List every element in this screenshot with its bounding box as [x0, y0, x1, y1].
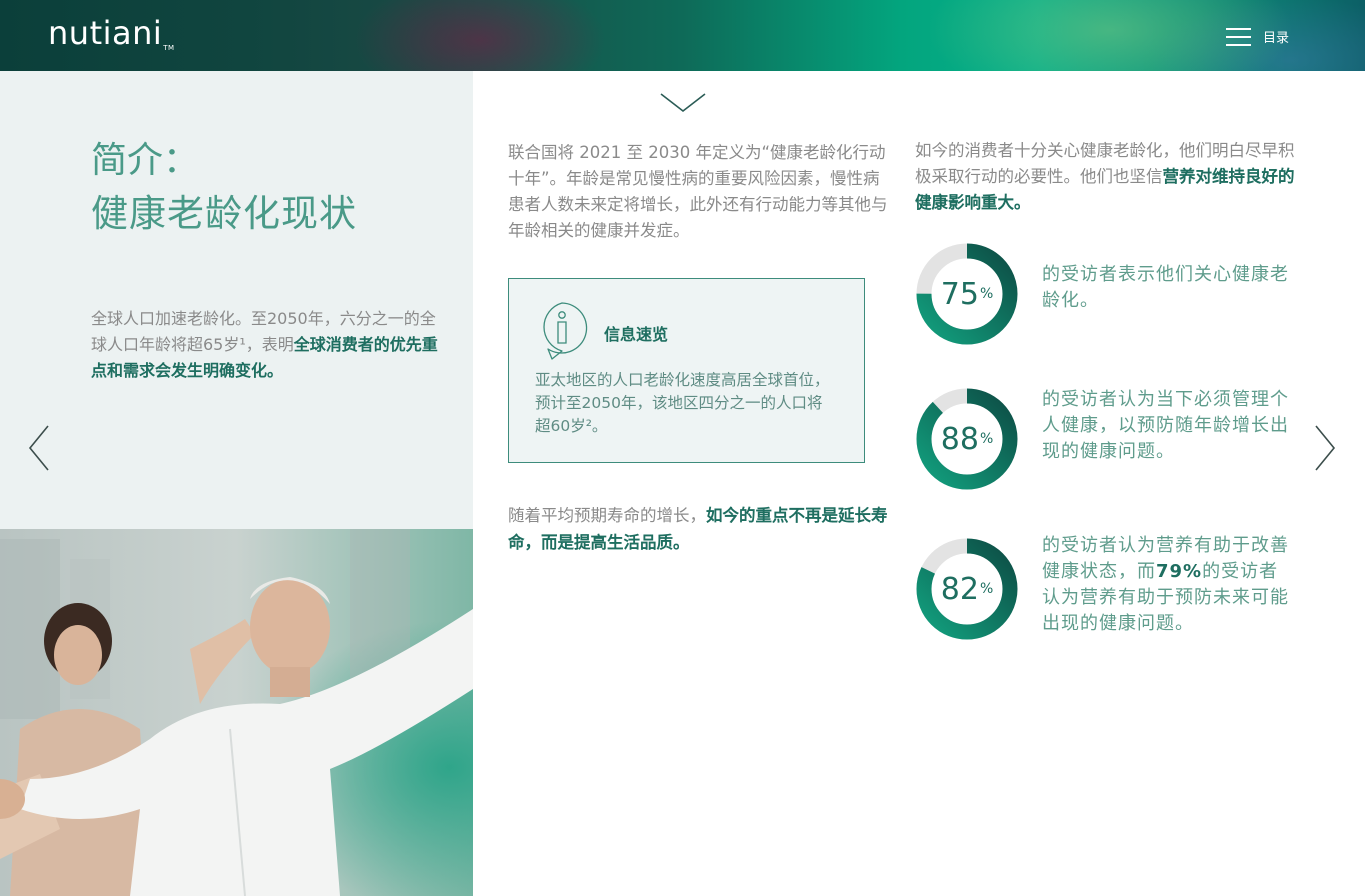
brand-logo[interactable]: nutianiTM [48, 14, 175, 52]
stat-value: 82% [940, 571, 994, 607]
header-bar: nutianiTM 目录 [0, 0, 1365, 71]
logo-trademark: TM [163, 44, 175, 52]
decade-paragraph: 联合国将 2021 至 2030 年定义为“健康老龄化行动十年”。年龄是常见慢性… [508, 143, 888, 240]
stat-value: 88% [940, 421, 994, 457]
logo-text: nutiani [48, 14, 163, 52]
next-page-arrow-icon[interactable] [1314, 425, 1336, 471]
intro-paragraph: 全球人口加速老龄化。至2050年，六分之一的全球人口年龄将超65岁¹，表明全球消… [91, 306, 451, 384]
stat-description: 的受访者表示他们关心健康老龄化。 [1042, 264, 1289, 311]
page-title-line1: 简介： [91, 140, 200, 181]
scroll-down-chevron-icon[interactable] [660, 93, 706, 113]
stat-82: 82% 的受访者认为营养有助于改善健康状态，而79%的受访者认为营养有助于预防未… [915, 535, 1315, 647]
menu-label: 目录 [1263, 30, 1290, 46]
stat-description: 的受访者认为当下必须管理个人健康，以预防随年龄增长出现的健康问题。 [1042, 389, 1289, 462]
tai-chi-seniors-photo [0, 529, 473, 896]
page-title-line2: 健康老龄化现状 [91, 192, 357, 235]
consumer-paragraph: 如今的消费者十分关心健康老龄化，他们明白尽早积极采取行动的必要性。他们也坚信营养… [915, 138, 1305, 216]
life-expectancy-paragraph: 随着平均预期寿命的增长，如今的重点不再是延长寿命，而是提高生活品质。 [508, 502, 888, 556]
previous-page-arrow-icon[interactable] [28, 425, 50, 471]
info-box-text: 亚太地区的人口老龄化速度高居全球首位，预计至2050年，该地区四分之一的人口将超… [535, 371, 830, 435]
hamburger-icon [1226, 26, 1251, 46]
info-speech-bubble-icon [543, 302, 588, 360]
life-expectancy-text: 随着平均预期寿命的增长， [508, 506, 706, 525]
info-box-title: 信息速览 [604, 325, 669, 344]
stat-value: 75% [940, 276, 994, 312]
info-box: 信息速览 亚太地区的人口老龄化速度高居全球首位，预计至2050年，该地区四分之一… [508, 278, 865, 463]
stat-75: 75% 的受访者表示他们关心健康老龄化。 [915, 242, 1315, 352]
stat-description: 的受访者认为营养有助于改善健康状态，而79%的受访者认为营养有助于预防未来可能出… [1042, 535, 1289, 634]
intro-panel: 简介： 健康老龄化现状 全球人口加速老龄化。至2050年，六分之一的全球人口年龄… [0, 71, 473, 529]
menu-button[interactable]: 目录 [1226, 24, 1296, 48]
stat-88: 88% 的受访者认为当下必须管理个人健康，以预防随年龄增长出现的健康问题。 [915, 387, 1315, 497]
